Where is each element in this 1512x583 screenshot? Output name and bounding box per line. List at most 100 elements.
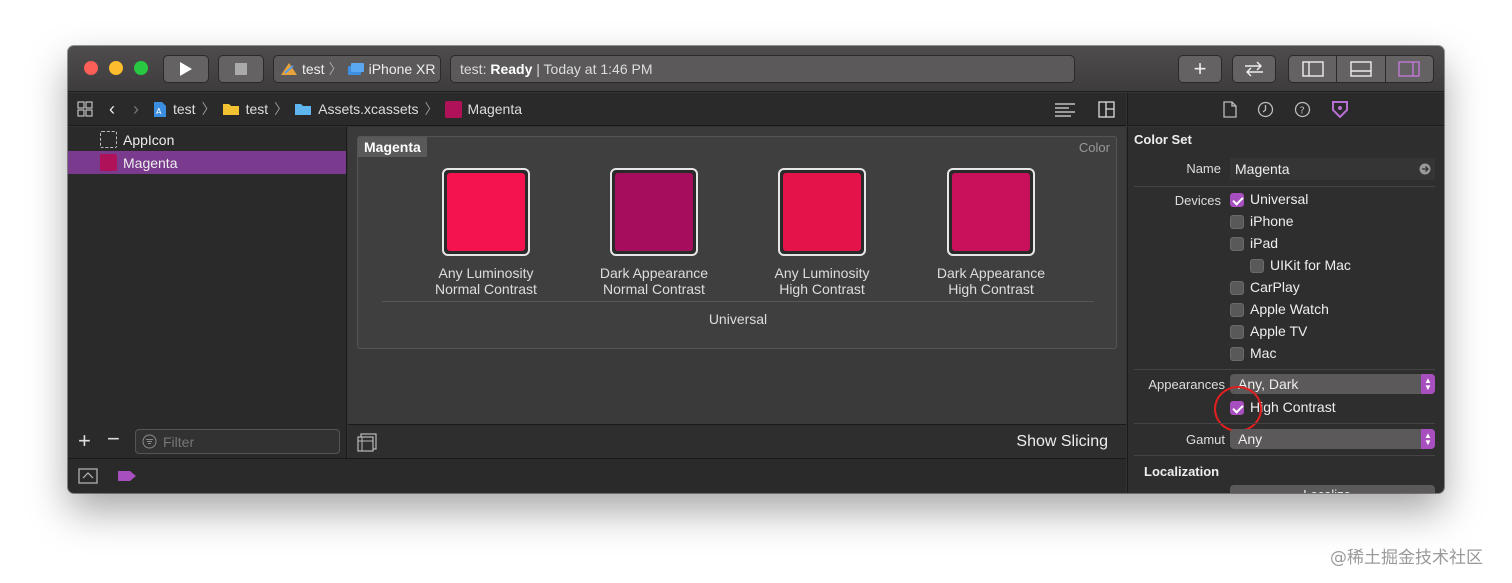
checkbox-apple-tv[interactable] bbox=[1230, 325, 1244, 339]
device-label: UIKit for Mac bbox=[1270, 257, 1351, 273]
name-field[interactable]: Magenta bbox=[1230, 158, 1435, 180]
checkbox-universal[interactable] bbox=[1230, 193, 1244, 207]
breakpoint-icon[interactable] bbox=[117, 470, 137, 482]
run-button[interactable] bbox=[163, 55, 209, 83]
add-asset-button[interactable]: + bbox=[78, 428, 91, 454]
editor-options-lines-icon[interactable] bbox=[1054, 102, 1076, 118]
back-arrow-icon[interactable]: ‹ bbox=[109, 99, 115, 120]
localize-button[interactable]: Localize... bbox=[1230, 485, 1435, 493]
stop-button[interactable] bbox=[218, 55, 264, 83]
popup-arrows-icon: ▲ ▼ bbox=[1421, 374, 1435, 394]
filter-icon bbox=[142, 434, 157, 449]
toggle-debug-button[interactable] bbox=[1337, 56, 1386, 82]
minimize-button[interactable] bbox=[109, 61, 123, 75]
xcode-window: test 〉 iPhone XR test: Ready | Today at … bbox=[68, 46, 1444, 493]
library-button[interactable]: + bbox=[1178, 55, 1222, 83]
navigator-filter-bar: + − Filter bbox=[68, 424, 347, 458]
breadcrumb-separator: 〉 bbox=[274, 101, 289, 117]
history-inspector-icon[interactable] bbox=[1257, 101, 1274, 118]
swatch-label: Dark Appearance Normal Contrast bbox=[599, 265, 709, 297]
gamut-value: Any bbox=[1238, 431, 1263, 447]
help-inspector-icon[interactable]: ? bbox=[1294, 101, 1311, 118]
jump-bar: ‹ › A test 〉 test 〉 Assets.xcassets 〉 Ma… bbox=[68, 93, 1126, 126]
activity-time: | Today at 1:46 PM bbox=[536, 61, 653, 77]
appearances-popup[interactable]: Any, Dark ▲ ▼ bbox=[1230, 374, 1435, 394]
color-swatch-dark-high[interactable] bbox=[947, 168, 1035, 256]
device-label: iPad bbox=[1250, 235, 1279, 251]
attributes-inspector: Color Set Name Magenta Devices Universal… bbox=[1127, 127, 1444, 493]
breadcrumb-project[interactable]: A test bbox=[153, 101, 196, 118]
activity-view: test: Ready | Today at 1:46 PM bbox=[450, 55, 1075, 83]
forward-arrow-icon[interactable]: › bbox=[133, 99, 139, 120]
swatch-fill bbox=[447, 173, 525, 251]
color-swatch-any-high[interactable] bbox=[778, 168, 866, 256]
code-review-button[interactable] bbox=[1232, 55, 1276, 83]
breadcrumb-colorset[interactable]: Magenta bbox=[444, 100, 522, 118]
activity-status: Ready bbox=[490, 61, 533, 77]
device-label: Universal bbox=[1250, 191, 1309, 207]
debug-bar bbox=[68, 458, 1126, 493]
toolbar: test 〉 iPhone XR test: Ready | Today at … bbox=[68, 46, 1444, 92]
close-button[interactable] bbox=[84, 61, 98, 75]
breadcrumb-separator: 〉 bbox=[201, 101, 216, 117]
swatch-label: Any Luminosity High Contrast bbox=[774, 265, 870, 297]
divider bbox=[1134, 423, 1435, 424]
name-label: Name bbox=[1186, 161, 1221, 176]
localization-title: Localization bbox=[1144, 464, 1220, 479]
checkbox-ipad[interactable] bbox=[1230, 237, 1244, 251]
breadcrumb-folder-label: test bbox=[245, 101, 269, 117]
inspector-tabs: ? bbox=[1127, 93, 1444, 126]
breadcrumb-separator: 〉 bbox=[424, 101, 439, 117]
section-title: Color Set bbox=[1134, 132, 1192, 147]
checkbox-carplay[interactable] bbox=[1230, 281, 1244, 295]
svg-text:?: ? bbox=[1300, 105, 1305, 116]
show-slicing-button[interactable]: Show Slicing bbox=[1016, 433, 1108, 451]
annotation-circle bbox=[1214, 386, 1262, 432]
folder-icon bbox=[222, 104, 239, 115]
inspector-panel-icon bbox=[1398, 61, 1421, 77]
checkbox-mac[interactable] bbox=[1230, 347, 1244, 361]
stop-icon bbox=[235, 63, 247, 75]
list-item-appicon[interactable]: AppIcon bbox=[68, 128, 346, 151]
device-icon bbox=[347, 63, 364, 75]
remove-asset-button[interactable]: − bbox=[107, 426, 120, 452]
gamut-label: Gamut bbox=[1185, 432, 1225, 447]
editor-bottom-bar: Show Slicing bbox=[348, 424, 1126, 458]
file-inspector-icon[interactable] bbox=[1223, 100, 1237, 118]
related-items-grid-icon[interactable] bbox=[77, 101, 93, 117]
arrow-right-circle-icon bbox=[1419, 163, 1431, 175]
divider bbox=[1134, 369, 1435, 370]
color-swatch-dark-normal[interactable] bbox=[610, 168, 698, 256]
list-item-label: AppIcon bbox=[123, 131, 175, 148]
high-contrast-label: High Contrast bbox=[1250, 399, 1336, 415]
panel-toggles bbox=[1288, 55, 1434, 83]
device-label: CarPlay bbox=[1250, 279, 1300, 295]
checkbox-apple-watch[interactable] bbox=[1230, 303, 1244, 317]
zoom-button[interactable] bbox=[134, 61, 148, 75]
scheme-selector[interactable]: test 〉 iPhone XR bbox=[273, 55, 441, 83]
breadcrumb-folder[interactable]: test bbox=[222, 101, 269, 117]
asset-editor: Magenta Color Any Luminosity Normal Contr… bbox=[348, 127, 1126, 458]
checkbox-uikit-for-mac[interactable] bbox=[1250, 259, 1264, 273]
devices-label: Devices bbox=[1174, 193, 1221, 208]
color-set-type: Color bbox=[1078, 140, 1110, 155]
attributes-inspector-icon[interactable] bbox=[1331, 100, 1349, 118]
toggle-navigator-button[interactable] bbox=[1289, 56, 1338, 82]
hide-debug-area-icon[interactable] bbox=[78, 468, 98, 484]
list-item-magenta[interactable]: Magenta bbox=[68, 151, 346, 174]
checkbox-iphone[interactable] bbox=[1230, 215, 1244, 229]
swatch-fill bbox=[615, 173, 693, 251]
breadcrumb-assets-label: Assets.xcassets bbox=[318, 101, 419, 117]
app-target-icon bbox=[281, 63, 297, 75]
list-item-label: Magenta bbox=[123, 154, 178, 171]
add-editor-icon[interactable] bbox=[1098, 101, 1115, 118]
show-slicing-panel-icon[interactable] bbox=[357, 433, 377, 452]
color-set-icon bbox=[444, 100, 462, 118]
watermark: @稀土掘金技术社区 bbox=[1330, 548, 1483, 568]
breadcrumb-assets[interactable]: Assets.xcassets bbox=[294, 101, 419, 117]
toggle-inspector-button[interactable] bbox=[1386, 56, 1433, 82]
filter-field[interactable]: Filter bbox=[135, 429, 340, 454]
color-swatch-any-normal[interactable] bbox=[442, 168, 530, 256]
svg-text:A: A bbox=[156, 107, 162, 116]
gamut-popup[interactable]: Any ▲ ▼ bbox=[1230, 429, 1435, 449]
